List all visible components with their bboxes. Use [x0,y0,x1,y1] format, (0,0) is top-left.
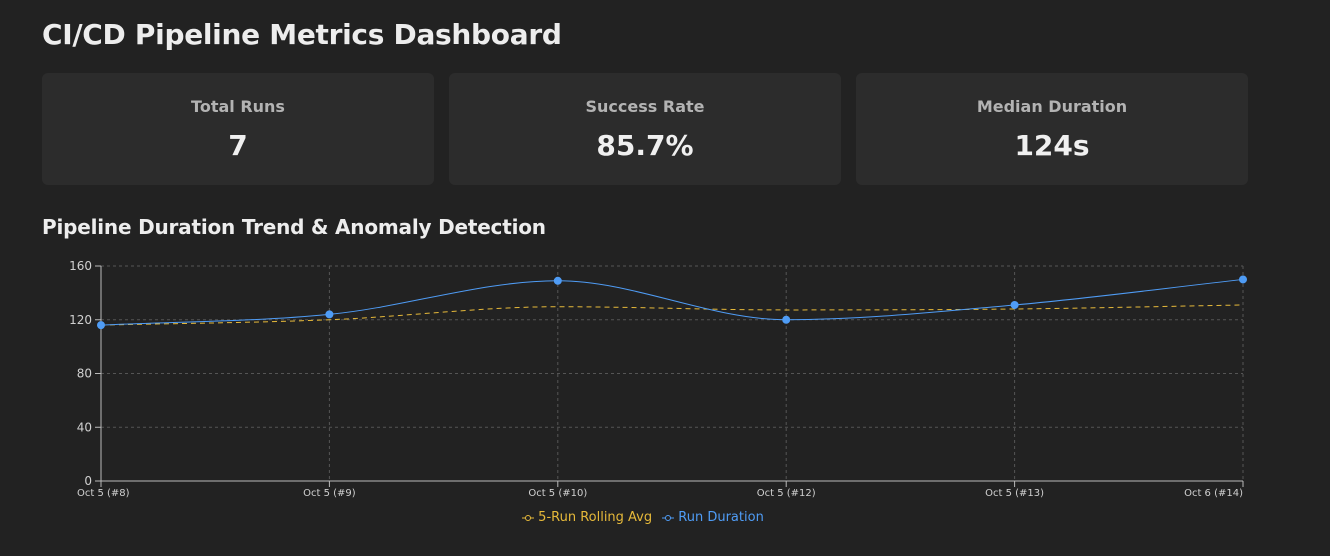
run-duration-point[interactable] [782,315,791,324]
y-tick-label: 120 [69,313,92,327]
run-duration-point[interactable] [1239,275,1247,284]
rolling-avg-series-line [100,304,1244,326]
legend-item-run-duration[interactable]: Run Duration [662,510,764,525]
x-tick-label: Oct 5 (#8) [77,488,130,499]
legend-item-rolling-avg[interactable]: 5-Run Rolling Avg [522,510,652,525]
run-duration-point[interactable] [97,321,105,330]
run-duration-legend-icon [662,514,675,521]
x-tick-label: Oct 5 (#13) [985,488,1044,499]
run-duration-point[interactable] [553,276,562,285]
y-tick-label: 160 [69,259,92,273]
run-duration-point[interactable] [325,310,334,319]
x-tick-label: Oct 5 (#9) [303,488,356,499]
legend-label: Run Duration [678,510,764,525]
x-tick-label: Oct 6 (#14) [1184,488,1243,499]
y-tick-label: 80 [77,367,92,381]
chart-legend: 5-Run Rolling Avg Run Duration [0,510,1286,526]
rolling-avg-legend-icon [522,514,535,521]
run-duration-series-line [100,278,1244,326]
x-tick-label: Oct 5 (#10) [528,488,587,499]
legend-label: 5-Run Rolling Avg [538,510,653,525]
y-tick-label: 0 [84,474,92,488]
y-tick-label: 40 [77,420,92,434]
duration-trend-chart: 0 40 80 120 160 Oct 5 (#8) Oct 5 (#9) Oct 5 (#1… [69,259,1247,499]
run-duration-point[interactable] [1010,300,1019,309]
x-tick-label: Oct 5 (#12) [757,488,816,499]
